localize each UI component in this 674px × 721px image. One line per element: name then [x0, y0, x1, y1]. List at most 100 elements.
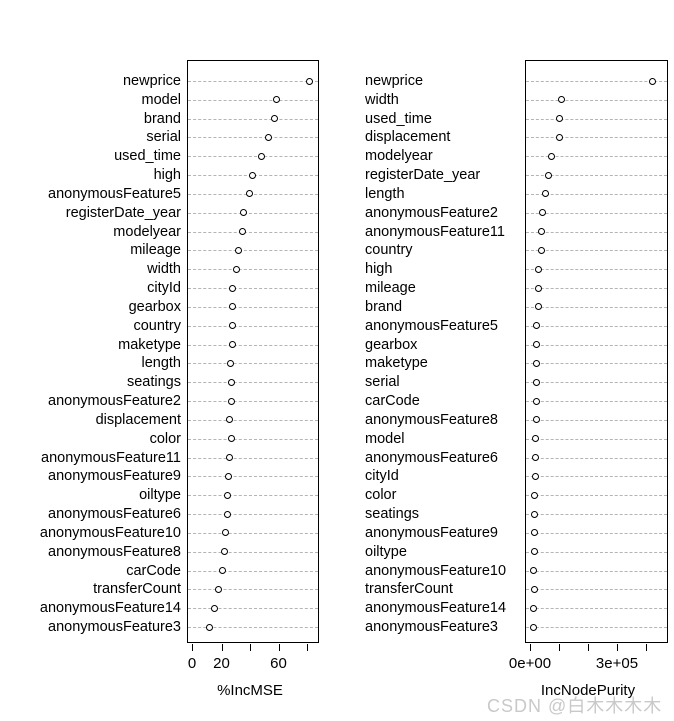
- data-point-marker: [210, 604, 218, 612]
- variable-label: length: [141, 355, 181, 372]
- variable-label: width: [147, 261, 181, 278]
- gridline-dotted: [526, 81, 667, 82]
- variable-label: anonymousFeature6: [48, 506, 181, 523]
- variable-label: serial: [365, 374, 400, 391]
- gridline-dotted: [188, 81, 318, 82]
- gridline-dotted: [526, 288, 667, 290]
- axis-title-inc-mse: %IncMSE: [217, 682, 283, 699]
- data-point-marker: [557, 96, 565, 104]
- gridline-dotted: [526, 156, 667, 158]
- data-point-marker: [228, 341, 236, 349]
- data-point-marker: [532, 378, 540, 386]
- variable-label: mileage: [130, 242, 181, 259]
- gridline-dotted: [526, 627, 667, 628]
- axis-tick: [192, 644, 193, 651]
- variable-label: anonymousFeature14: [365, 600, 507, 617]
- gridline-dotted: [188, 589, 318, 591]
- gridline-dotted: [188, 570, 318, 572]
- data-point-marker: [532, 397, 540, 405]
- gridline-dotted: [188, 325, 318, 327]
- variable-label: gearbox: [365, 336, 418, 353]
- gridline-dotted: [526, 325, 667, 327]
- data-point-marker: [529, 567, 537, 575]
- gridline-dotted: [526, 363, 667, 365]
- gridline-dotted: [526, 99, 667, 101]
- gridline-dotted: [526, 382, 667, 384]
- variable-label: color: [365, 487, 397, 504]
- data-point-marker: [220, 548, 228, 556]
- data-point-marker: [529, 623, 537, 631]
- gridline-dotted: [526, 306, 667, 308]
- variable-label: high: [365, 261, 393, 278]
- data-point-marker: [548, 152, 556, 160]
- gridline-dotted: [188, 212, 318, 214]
- gridline-dotted: [526, 457, 667, 459]
- gridline-dotted: [526, 589, 667, 591]
- data-point-marker: [535, 284, 543, 292]
- data-point-marker: [223, 491, 231, 499]
- gridline-dotted: [188, 231, 318, 233]
- variable-label: transferCount: [93, 581, 181, 598]
- variable-label: seatings: [365, 506, 420, 523]
- gridline-dotted: [526, 532, 667, 534]
- gridline-dotted: [526, 250, 667, 252]
- variable-label: anonymousFeature8: [365, 411, 498, 428]
- gridline-dotted: [188, 495, 318, 497]
- data-point-marker: [264, 133, 272, 141]
- variable-label: cityId: [365, 468, 399, 485]
- variable-label: anonymousFeature11: [41, 449, 181, 466]
- gridline-dotted: [526, 212, 667, 214]
- gridline-dotted: [188, 608, 318, 610]
- variable-label: maketype: [365, 355, 428, 372]
- data-point-marker: [530, 585, 538, 593]
- axis-tick: [617, 644, 618, 651]
- gridline-dotted: [526, 608, 667, 610]
- gridline-dotted: [526, 476, 667, 478]
- variable-label: high: [153, 167, 181, 184]
- variable-label: modelyear: [113, 223, 181, 240]
- gridline-dotted: [188, 438, 318, 440]
- gridline-dotted: [188, 156, 318, 158]
- gridline-dotted: [188, 551, 318, 553]
- axis-tick-label: 0: [187, 655, 197, 672]
- variable-label: newprice: [122, 73, 181, 89]
- variable-label: anonymousFeature14: [39, 600, 181, 617]
- data-point-marker: [225, 472, 233, 480]
- gridline-dotted: [188, 401, 318, 403]
- gridline-dotted: [188, 457, 318, 459]
- data-point-marker: [535, 265, 543, 273]
- gridline-dotted: [526, 231, 667, 233]
- data-point-marker: [537, 246, 545, 254]
- axis-tick-label: 3e+05: [595, 655, 639, 672]
- data-point-marker: [225, 454, 233, 462]
- data-point-marker: [649, 77, 657, 85]
- data-point-marker: [223, 510, 231, 518]
- variable-label: length: [365, 185, 405, 202]
- variable-label: carCode: [365, 393, 420, 410]
- gridline-dotted: [188, 514, 318, 516]
- gridline-dotted: [526, 570, 667, 572]
- variable-label: anonymousFeature11: [365, 223, 505, 240]
- variable-label: anonymousFeature5: [48, 185, 181, 202]
- variable-label: anonymousFeature9: [365, 524, 498, 541]
- axis-tick: [221, 644, 223, 651]
- axis-tick-label: 0e+00: [508, 655, 552, 672]
- csdn-watermark: CSDN @白木木木木: [487, 696, 663, 716]
- axis-tick: [530, 644, 531, 651]
- data-point-marker: [532, 454, 539, 462]
- axis-tick-label: 60: [270, 655, 287, 672]
- data-point-marker: [306, 77, 314, 85]
- data-point-marker: [228, 378, 236, 386]
- variable-label: anonymousFeature9: [48, 468, 181, 485]
- variable-label: anonymousFeature10: [365, 562, 507, 579]
- gridline-dotted: [188, 269, 318, 271]
- variable-label: anonymousFeature3: [365, 619, 498, 635]
- axis-tick: [588, 644, 589, 651]
- data-point-marker: [228, 397, 236, 405]
- variable-label: serial: [146, 129, 181, 146]
- variable-label: model: [141, 91, 182, 108]
- variable-label: displacement: [365, 129, 451, 146]
- gridline-dotted: [188, 99, 318, 101]
- gridline-dotted: [188, 476, 318, 478]
- gridline-dotted: [526, 344, 667, 346]
